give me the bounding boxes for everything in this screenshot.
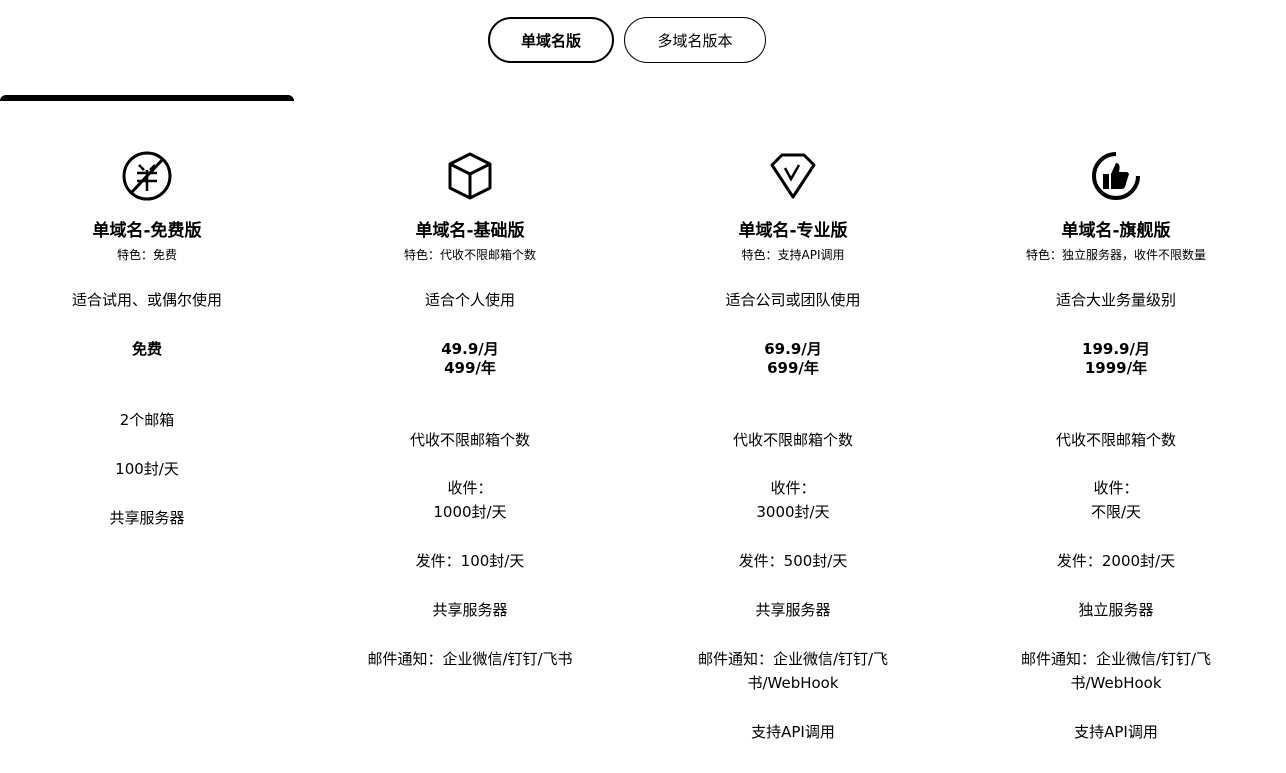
- detail-item: 邮件通知：企业微信/钉钉/飞书/WebHook: [1020, 650, 1212, 692]
- price-yearly: 499/年: [444, 359, 496, 377]
- plan-name: 单域名-旗舰版: [1061, 221, 1171, 241]
- detail-item: 独立服务器: [1078, 601, 1154, 619]
- detail-item: 支持API调用: [1074, 723, 1158, 741]
- detail-item: 共享服务器: [109, 509, 185, 527]
- thumbs-up-icon: [1091, 151, 1141, 201]
- detail-item: 代收不限邮箱个数: [1055, 431, 1176, 449]
- detail-item: 共享服务器: [432, 601, 508, 619]
- detail-item: 支持API调用: [751, 723, 835, 741]
- detail-item: 邮件通知：企业微信/钉钉/飞书/WebHook: [697, 650, 889, 692]
- price-yearly: 1999/年: [1084, 359, 1148, 377]
- price-yearly: 699/年: [767, 359, 819, 377]
- detail-item: 收件： 3000封/天: [756, 479, 830, 521]
- plan-feature: 特色：支持API调用: [741, 248, 845, 262]
- active-plan-indicator: [0, 95, 294, 101]
- plan-feature: 特色：免费: [116, 248, 177, 262]
- plan-feature: 特色：代收不限邮箱个数: [403, 248, 536, 262]
- detail-item: 邮件通知：企业微信/钉钉/飞书: [367, 650, 573, 668]
- plan-fit: 适合大业务量级别: [1055, 291, 1176, 309]
- detail-item: 收件： 1000封/天: [433, 479, 507, 521]
- detail-item: 代收不限邮箱个数: [409, 431, 530, 449]
- price-monthly: 49.9/月: [441, 340, 499, 358]
- plan-list: 单域名-免费版 特色：免费 适合试用、或偶尔使用 免费 2个邮箱 100封/天 …: [0, 146, 1286, 766]
- plan-fit: 适合个人使用: [424, 291, 515, 309]
- detail-item: 发件：500封/天: [738, 552, 848, 570]
- plan-name: 单域名-专业版: [738, 221, 848, 241]
- detail-item: 100封/天: [115, 460, 179, 478]
- plan-name: 单域名-基础版: [415, 221, 525, 241]
- plan-price: 69.9/月 699/年: [643, 340, 943, 378]
- plan-price: 199.9/月 1999/年: [966, 340, 1266, 378]
- tab-single-domain[interactable]: 单域名版: [488, 17, 614, 63]
- plan-feature: 特色：独立服务器，收件不限数量: [1025, 248, 1206, 262]
- detail-item: 共享服务器: [755, 601, 831, 619]
- plan-name: 单域名-免费版: [92, 221, 202, 241]
- version-tabs: 单域名版 多域名版本: [0, 17, 1286, 65]
- no-yen-icon: [122, 151, 172, 201]
- plan-fit: 适合公司或团队使用: [725, 291, 861, 309]
- price-monthly: 免费: [131, 340, 162, 358]
- detail-item: 发件：2000封/天: [1056, 552, 1176, 570]
- box-icon: [445, 151, 495, 201]
- detail-item: 收件： 不限/天: [1090, 479, 1142, 521]
- tab-multi-domain[interactable]: 多域名版本: [624, 17, 766, 63]
- detail-item: 发件：100封/天: [415, 552, 525, 570]
- plan-price: 免费: [0, 340, 297, 359]
- price-monthly: 69.9/月: [764, 340, 822, 358]
- detail-item: 2个邮箱: [119, 411, 175, 429]
- plan-price: 49.9/月 499/年: [320, 340, 620, 378]
- diamond-icon: [768, 151, 818, 201]
- plan-fit: 适合试用、或偶尔使用: [71, 291, 222, 309]
- detail-item: 代收不限邮箱个数: [732, 431, 853, 449]
- price-monthly: 199.9/月: [1082, 340, 1150, 358]
